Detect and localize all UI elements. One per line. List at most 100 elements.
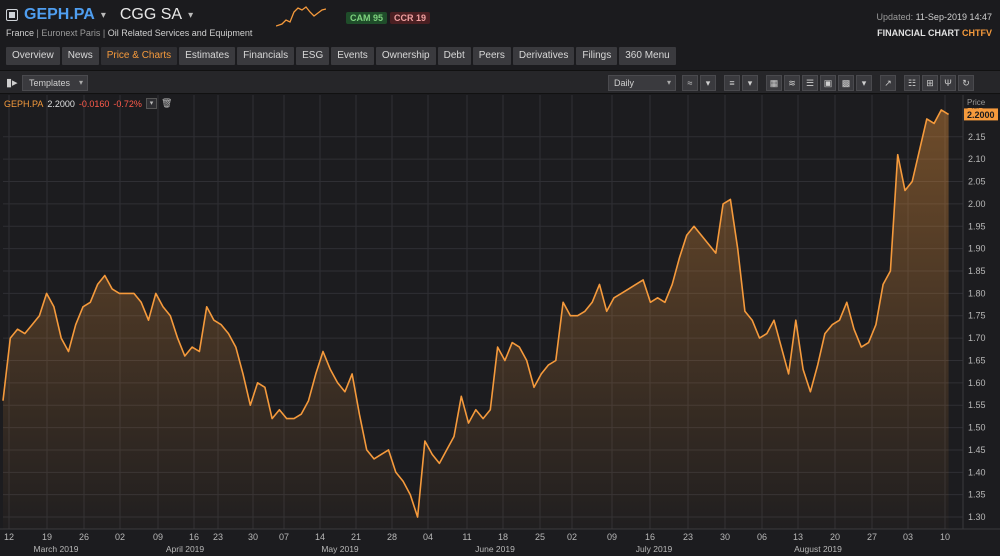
tab-events[interactable]: Events [331,47,374,65]
y-tick-label: 2.15 [968,132,986,142]
x-tick-label: 10 [940,532,950,542]
updated-value: 11-Sep-2019 14:47 [915,12,992,22]
x-tick-label: 28 [387,532,397,542]
chevron-down-icon[interactable]: ▾ [856,75,872,91]
pin-panel-icon[interactable]: ▮▸ [6,76,18,89]
tab-price-charts[interactable]: Price & Charts [100,47,178,65]
x-tick-label: 18 [498,532,508,542]
tab-news[interactable]: News [61,47,99,65]
x-month-label: June 2019 [475,544,515,554]
company-name[interactable]: CGG SA [120,6,182,24]
chevron-down-icon: ▾ [78,78,83,87]
x-tick-label: 13 [793,532,803,542]
price-chart[interactable]: 1.30 1.35 1.40 1.45 1.50 1.55 1.60 1.65 1.70 1.75… [0,95,1000,556]
zoom-chart-icon[interactable]: ↗ [880,75,896,91]
y-tick-label: 1.85 [968,266,986,276]
x-month-label: August 2019 [794,544,842,554]
y-tick-label: 1.90 [968,244,986,254]
y-tick-label: 1.40 [968,467,986,477]
tab-debt[interactable]: Debt [437,47,471,65]
legend-symbol[interactable]: GEPH.PA [4,99,43,109]
tab-peers[interactable]: Peers [472,47,511,65]
y-tick-label: 1.30 [968,512,986,522]
export-icon[interactable]: ▩ [838,75,854,91]
x-tick-label: 07 [279,532,289,542]
chart-legend: GEPH.PA 2.2000 -0.0160 -0.72% ▾ 🗑 [4,98,172,109]
chevron-down-icon[interactable]: ▾ [700,75,716,91]
last-price-label: 2.2000 [967,110,995,120]
tab-filings[interactable]: Filings [576,47,618,65]
y-tick-label: 1.80 [968,288,986,298]
instrument-header: GEPH.PA ▾ CGG SA ▾ France | Euronext Par… [0,0,1000,44]
tab-ownership[interactable]: Ownership [375,47,436,65]
y-tick-label: 1.60 [968,378,986,388]
tab-financials[interactable]: Financials [237,47,295,65]
x-tick-label: 30 [248,532,258,542]
compare-icon[interactable]: ▦ [766,75,782,91]
chart-panel[interactable]: GEPH.PA 2.2000 -0.0160 -0.72% ▾ 🗑 Price … [0,95,1000,556]
y-tick-label: 1.50 [968,423,986,433]
tab-esg[interactable]: ESG [296,47,330,65]
y-tick-label: 1.55 [968,400,986,410]
ccr-badge[interactable]: CCR 19 [390,12,431,24]
app-name: FINANCIAL CHART [877,28,960,38]
updated-label: Updated: [876,12,914,22]
legend-price: 2.2000 [47,98,75,109]
x-tick-label: 16 [645,532,655,542]
y-tick-label: 2.10 [968,154,986,164]
tab-overview[interactable]: Overview [6,47,60,65]
legend-change-pct: -0.72% [113,98,142,109]
chevron-down-icon: ▾ [666,78,671,87]
instrument-title-row: GEPH.PA ▾ CGG SA ▾ [6,6,193,24]
cam-badge[interactable]: CAM 95 [346,12,388,24]
x-tick-label: 03 [903,532,913,542]
chevron-down-icon[interactable]: ▾ [101,10,106,21]
ric-code[interactable]: GEPH.PA [24,6,95,24]
x-tick-label: 06 [757,532,767,542]
x-tick-label: 20 [830,532,840,542]
chevron-down-icon[interactable]: ▾ [188,10,193,21]
chevron-down-icon[interactable]: ▾ [742,75,758,91]
grid-icon[interactable]: ☷ [904,75,920,91]
interval-value: Daily [614,78,635,88]
tab-estimates[interactable]: Estimates [179,47,236,65]
interval-dropdown[interactable]: Daily ▾ [608,75,676,91]
country-label: France [6,28,35,38]
y-tick-label: 2.00 [968,199,986,209]
delete-series-icon[interactable]: 🗑 [161,98,172,109]
app-code[interactable]: CHTFV [962,28,992,38]
instrument-subtitle: France | Euronext Paris | Oil Related Se… [6,28,253,38]
legend-change: -0.0160 [78,98,110,109]
x-tick-label: 26 [79,532,89,542]
refresh-icon[interactable]: ↻ [958,75,974,91]
x-tick-label: 14 [315,532,325,542]
x-tick-label: 16 [189,532,199,542]
x-tick-label: 04 [423,532,433,542]
x-tick-label: 02 [115,532,125,542]
x-tick-label: 11 [462,532,471,542]
tab-360-menu[interactable]: 360 Menu [619,47,676,65]
app-title: FINANCIAL CHART CHTFV [877,28,992,38]
x-tick-label: 09 [153,532,163,542]
x-month-label: March 2019 [34,544,79,554]
save-icon[interactable]: ▣ [820,75,836,91]
templates-dropdown[interactable]: Templates ▾ [22,75,88,91]
toolbar-icon-group: ≈ ▾ ≡ ▾ ▦ ≋ ☰ ▣ ▩ ▾ ↗ ☷ ⊞ Ψ ↻ [682,75,974,91]
x-tick-label: 27 [867,532,877,542]
x-tick-label: 23 [213,532,223,542]
layers-icon[interactable]: ☰ [802,75,818,91]
updated-timestamp: Updated: 11-Sep-2019 14:47 [877,12,992,22]
dividend-icon[interactable]: Ψ [940,75,956,91]
list-icon[interactable]: ≡ [724,75,740,91]
studies-icon[interactable]: ≋ [784,75,800,91]
instrument-icon [6,9,18,21]
x-month-label: July 2019 [636,544,673,554]
y-tick-label: 1.65 [968,355,986,365]
x-tick-label: 09 [607,532,617,542]
legend-options-button[interactable]: ▾ [145,98,157,109]
chart-type-icon[interactable]: ≈ [682,75,698,91]
x-tick-label: 23 [683,532,693,542]
tab-derivatives[interactable]: Derivatives [512,47,575,65]
x-month-label: May 2019 [321,544,359,554]
events-icon[interactable]: ⊞ [922,75,938,91]
